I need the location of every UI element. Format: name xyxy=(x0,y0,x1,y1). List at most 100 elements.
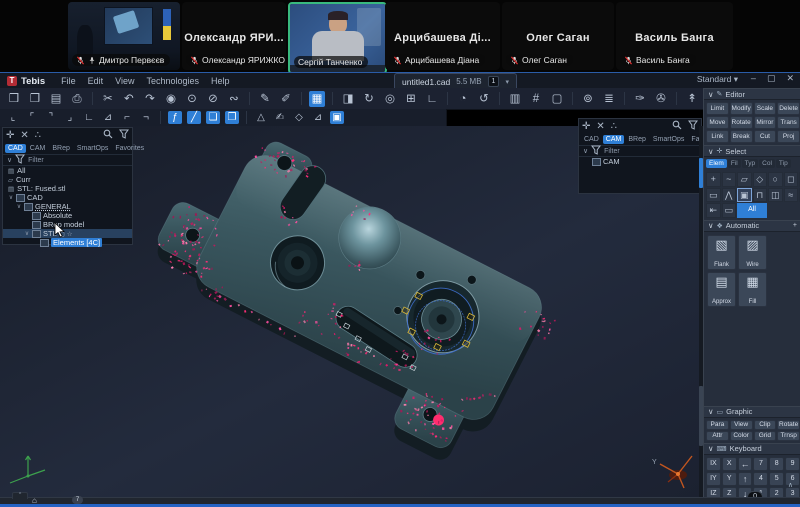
menu-help[interactable]: Help xyxy=(211,76,230,86)
select-shell-icon[interactable]: ⊓ xyxy=(753,188,768,203)
menu-edit[interactable]: Edit xyxy=(88,76,104,86)
video-tile-3[interactable]: Сергій Танченко xyxy=(288,2,387,74)
select-circle-icon[interactable]: ○ xyxy=(768,172,783,187)
disable-icon[interactable]: ⊘ xyxy=(205,91,221,107)
tool-icon[interactable]: ✇ xyxy=(653,91,669,107)
grid-button[interactable]: Grid xyxy=(754,431,777,441)
search-icon[interactable] xyxy=(103,129,113,142)
key-4[interactable]: 4 xyxy=(753,472,768,486)
active-plane-icon[interactable]: ▣ xyxy=(330,111,344,124)
select-chain-icon[interactable]: ⋀ xyxy=(722,188,737,203)
diamond-select-icon[interactable]: ◇ xyxy=(292,111,306,124)
tree-caret-icon[interactable]: ∨ xyxy=(24,230,30,237)
fit-view-icon[interactable]: ⊞ xyxy=(403,91,419,107)
tree-caret-icon[interactable]: ∨ xyxy=(8,194,14,201)
tree-caret-icon[interactable]: ∨ xyxy=(16,203,22,210)
sketch-icon[interactable]: ✍ xyxy=(273,111,287,124)
tab-cam[interactable]: CAM xyxy=(603,135,625,144)
rotate-button[interactable]: Rotate xyxy=(777,420,800,430)
refresh-view-icon[interactable]: ↻ xyxy=(361,91,377,107)
select-pair-icon[interactable]: ◫ xyxy=(768,188,783,203)
section-header-graphic[interactable]: ∨▭Graphic xyxy=(704,406,800,418)
edge-icon[interactable]: ⌐ xyxy=(120,111,134,124)
rotate-button[interactable]: Rotate xyxy=(730,116,753,129)
tree-row-cad[interactable]: ∨CAD xyxy=(3,193,132,202)
key-Y[interactable]: Y xyxy=(722,472,737,486)
select-tab-col[interactable]: Col xyxy=(759,159,775,168)
undo-icon[interactable]: ↶ xyxy=(121,91,137,107)
section-header-select[interactable]: ∨✛Select xyxy=(704,145,800,157)
select-rect-icon[interactable]: ▭ xyxy=(706,188,721,203)
trans-button[interactable]: Trans xyxy=(777,116,800,129)
select-limit-icon[interactable]: ⇤ xyxy=(706,203,721,218)
filter-funnel-icon[interactable] xyxy=(119,129,129,142)
axis-view-icon[interactable]: ∟ xyxy=(424,91,440,107)
fill-button[interactable]: ▦Fill xyxy=(738,272,767,307)
timer-icon[interactable]: ◔ xyxy=(455,91,471,107)
function-curve-icon[interactable]: ƒ xyxy=(168,111,182,124)
key-8[interactable]: 8 xyxy=(769,457,784,471)
move-button[interactable]: Move xyxy=(706,116,729,129)
key-IY[interactable]: IY xyxy=(706,472,721,486)
filter-row[interactable]: ∨Filter xyxy=(579,145,701,157)
shade-view-icon[interactable]: ◨ xyxy=(340,91,356,107)
measure-icon[interactable]: ↟ xyxy=(684,91,700,107)
select-tab-fil[interactable]: Fil xyxy=(728,159,741,168)
tab-cad[interactable]: CAD xyxy=(5,144,26,153)
select-solid-icon[interactable]: ▣ xyxy=(737,188,752,203)
rotate-view-icon[interactable]: ↺ xyxy=(476,91,492,107)
eye-icon[interactable]: ⊚ xyxy=(580,91,596,107)
tab-brep[interactable]: BRep xyxy=(625,135,649,144)
angle-icon[interactable]: ∟ xyxy=(82,111,96,124)
trnsp-button[interactable]: Trnsp xyxy=(777,431,800,441)
select-region-icon[interactable]: ◇ xyxy=(753,172,768,187)
flank-button[interactable]: ▧Flank xyxy=(707,235,736,270)
video-tile-4[interactable]: Арцибашева Ді...Арцибашева Діана xyxy=(385,2,500,70)
select-tab-tip[interactable]: Tip xyxy=(776,159,791,168)
maximize-button[interactable]: ▢ xyxy=(767,73,776,84)
attr-button[interactable]: Attr xyxy=(706,431,729,441)
video-tile-2[interactable]: Олександр ЯРИ...Олександр ЯРИЖКО Х... xyxy=(182,2,286,70)
redo-icon[interactable]: ↷ xyxy=(142,91,158,107)
document-tab[interactable]: untitled1.cad 5.5 MB 1 ▾ xyxy=(394,73,517,89)
filter-row[interactable]: ∨Filter xyxy=(3,154,132,166)
tree-row-general[interactable]: ∨GENERAL xyxy=(3,202,132,211)
view-button[interactable]: View xyxy=(730,420,753,430)
limit-button[interactable]: Limit xyxy=(706,102,729,115)
corner-bl-icon[interactable]: ⌞ xyxy=(6,111,20,124)
video-tile-6[interactable]: Василь БангаВасиль Банга xyxy=(616,2,733,70)
panel-icon[interactable]: ▢ xyxy=(549,91,565,107)
tab-cam[interactable]: CAM xyxy=(27,144,49,153)
section-header-editor[interactable]: ∨✎Editor xyxy=(704,88,800,100)
pencil-icon[interactable]: ✎ xyxy=(257,91,273,107)
menu-file[interactable]: File xyxy=(61,76,76,86)
move-structure-icon[interactable]: ✛ xyxy=(6,130,14,141)
zoom-icon[interactable]: ◎ xyxy=(382,91,398,107)
plane-b-icon[interactable]: ❐ xyxy=(225,111,239,124)
chevron-down-icon[interactable]: ▾ xyxy=(505,78,509,86)
stack-icon[interactable]: ≣ xyxy=(601,91,617,107)
table-icon[interactable]: ▥ xyxy=(507,91,523,107)
select-tab-elem[interactable]: Elem xyxy=(706,159,727,168)
section-header-automatic[interactable]: ∨❖Automatic+ xyxy=(704,220,800,232)
select-box-icon[interactable]: ◻ xyxy=(784,172,799,187)
proj-button[interactable]: Proj xyxy=(777,130,800,143)
annotate-icon[interactable]: ✑ xyxy=(632,91,648,107)
line-icon[interactable]: ╱ xyxy=(187,111,201,124)
keyboard-collapse-icon[interactable]: ∧ xyxy=(788,481,793,489)
delete-button[interactable]: Delete xyxy=(777,102,800,115)
pen-icon[interactable]: ✐ xyxy=(278,91,294,107)
open-file-icon[interactable]: ❒ xyxy=(6,91,22,107)
menu-technologies[interactable]: Technologies xyxy=(147,76,200,86)
associate-icon[interactable]: ∾ xyxy=(226,91,242,107)
select-curve-icon[interactable]: ~ xyxy=(722,172,737,187)
mirror-button[interactable]: Mirror xyxy=(754,116,777,129)
mesh-icon[interactable]: △ xyxy=(254,111,268,124)
wire-button[interactable]: ▨Wire xyxy=(738,235,767,270)
modify-button[interactable]: Modify xyxy=(730,102,753,115)
search-icon[interactable] xyxy=(672,120,682,133)
key-7[interactable]: 7 xyxy=(753,457,768,471)
key-5[interactable]: 5 xyxy=(769,472,784,486)
link-button[interactable]: Link xyxy=(706,130,729,143)
video-tile-5[interactable]: Олег СаганОлег Саган xyxy=(502,2,614,70)
